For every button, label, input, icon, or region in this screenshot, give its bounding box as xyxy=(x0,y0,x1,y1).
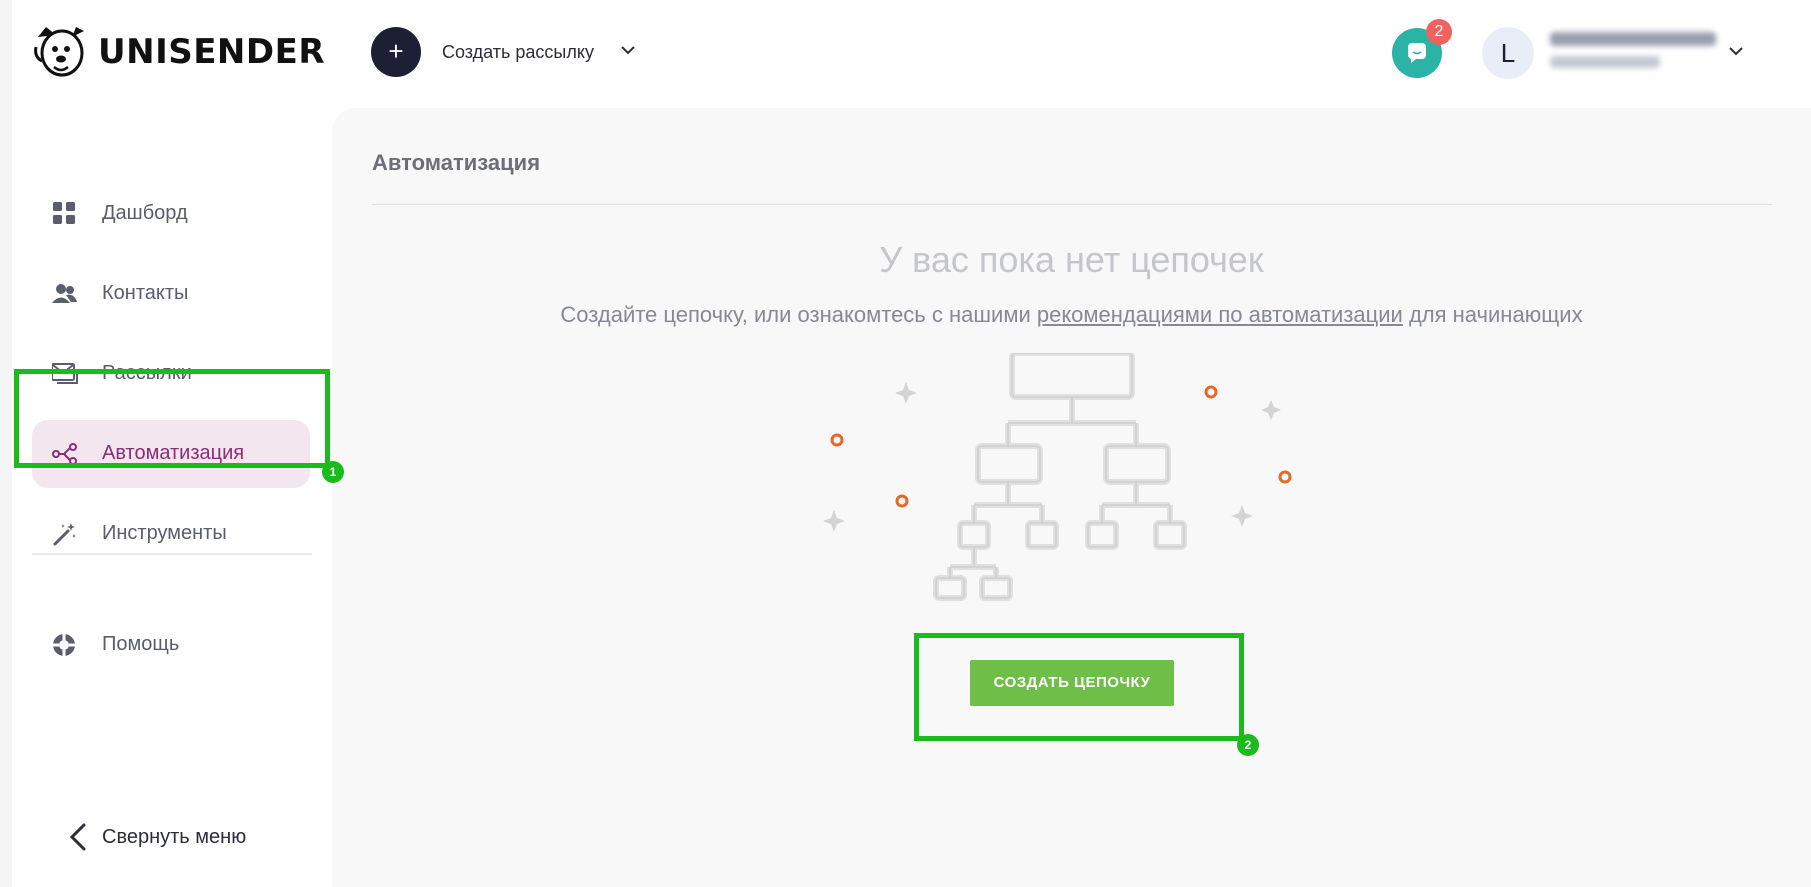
main-content: Автоматизация У вас пока нет цепочек Соз… xyxy=(332,108,1811,887)
sidebar-item-dashboard[interactable]: Дашборд xyxy=(32,180,310,248)
highlight-badge: 2 xyxy=(1237,734,1259,756)
dashboard-grid-icon xyxy=(53,202,75,224)
magic-wand-icon xyxy=(53,523,76,546)
title-divider xyxy=(372,204,1772,205)
sidebar-item-label: Контакты xyxy=(102,282,189,304)
sidebar-item-help[interactable]: Помощь xyxy=(32,611,310,679)
sidebar-item-contacts[interactable]: Контакты xyxy=(32,260,310,328)
empty-state-text-before: Создайте цепочку, или ознакомтесь с наши… xyxy=(560,302,1037,327)
dog-mascot-icon xyxy=(34,27,84,77)
contacts-people-icon xyxy=(52,284,77,303)
sidebar: Дашборд Контакты Рассылки Автоматизация xyxy=(12,106,332,887)
notification-badge: 2 xyxy=(1426,19,1452,45)
create-campaign-dropdown[interactable]: Создать рассылку xyxy=(442,42,594,63)
sidebar-item-label: Инструменты xyxy=(102,522,227,544)
account-info-blurred[interactable] xyxy=(1550,30,1720,76)
chevron-left-icon xyxy=(69,823,86,851)
left-edge-strip xyxy=(0,0,12,887)
highlight-badge: 1 xyxy=(322,461,344,483)
chat-icon xyxy=(1408,43,1426,63)
automation-recommendations-link[interactable]: рекомендациями по автоматизации xyxy=(1037,302,1403,327)
page-title: Автоматизация xyxy=(372,150,541,175)
unisender-logo[interactable]: UNISENDER xyxy=(32,22,325,82)
sidebar-item-label: Дашборд xyxy=(102,202,188,224)
sidebar-item-label: Помощь xyxy=(102,633,180,655)
highlight-box-create-chain xyxy=(914,633,1244,741)
highlight-box-automation xyxy=(14,369,330,468)
sidebar-divider xyxy=(32,553,312,555)
user-avatar[interactable]: L xyxy=(1482,27,1534,79)
lifebuoy-icon xyxy=(53,634,75,656)
brand-name: UNISENDER xyxy=(98,32,326,72)
empty-state-description: Создайте цепочку, или ознакомтесь с наши… xyxy=(332,302,1811,328)
empty-state-title: У вас пока нет цепочек xyxy=(879,239,1264,280)
empty-state-text-after: для начинающих xyxy=(1402,302,1583,327)
account-chevron-down-icon[interactable] xyxy=(1728,45,1744,57)
chevron-down-icon[interactable] xyxy=(620,44,636,56)
create-campaign-plus-button[interactable]: + xyxy=(371,27,421,77)
top-header: UNISENDER + Создать рассылку 2 L xyxy=(12,0,1811,106)
sidebar-item-tools[interactable]: Инструменты xyxy=(32,500,310,568)
collapse-menu-label: Свернуть меню xyxy=(102,826,247,848)
